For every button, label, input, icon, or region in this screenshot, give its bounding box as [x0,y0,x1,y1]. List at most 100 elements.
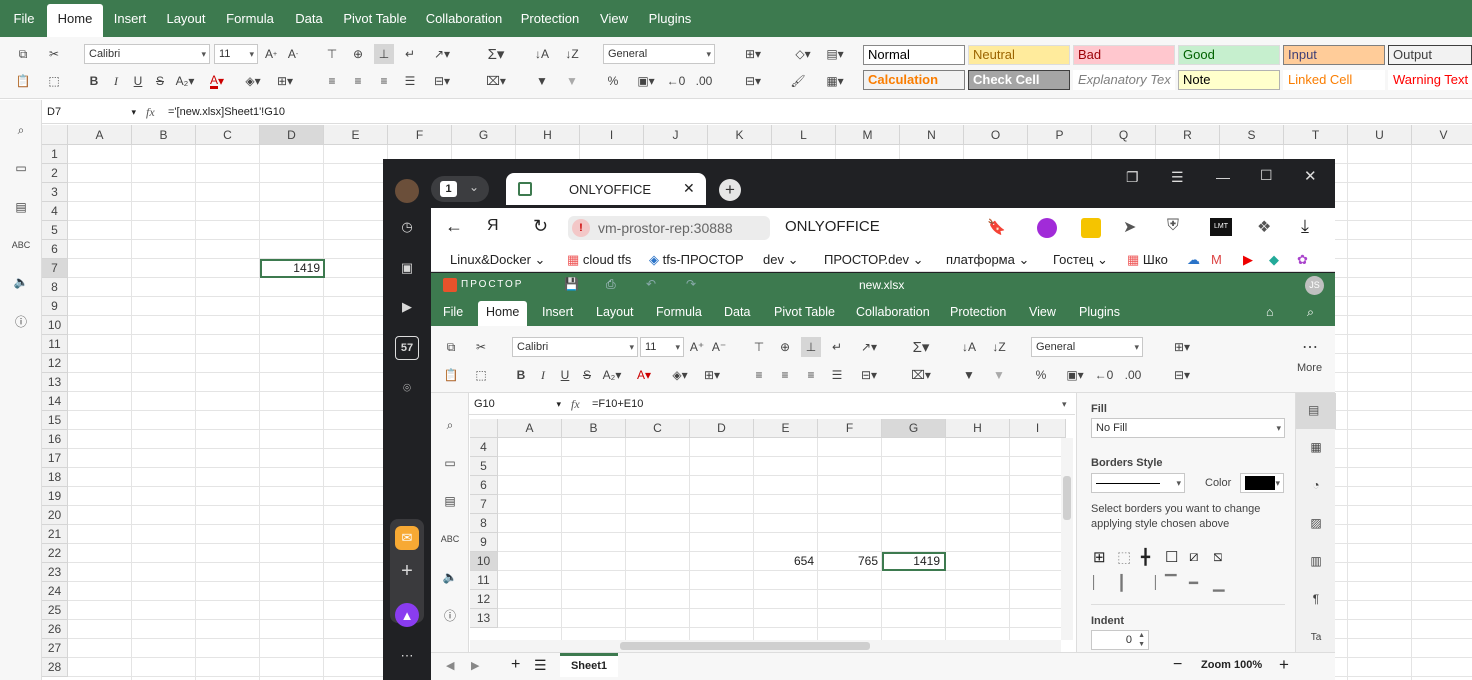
bottom-border-icon[interactable]: ▁ [1213,574,1225,592]
more-icon[interactable]: ⋯ [1300,337,1320,357]
align-bottom-icon[interactable]: ⊥ [374,44,394,64]
style-output[interactable]: Output [1388,45,1472,65]
warning-icon[interactable]: ! [572,219,590,237]
inner-accounting-icon[interactable]: ▣▾ [1061,365,1089,385]
inner-align-center-icon[interactable]: ≡ [775,365,795,385]
menu-view[interactable]: View [592,0,636,37]
inner-row-header-4[interactable]: 4 [470,438,498,457]
no-borders-icon[interactable]: ⬚ [1117,548,1131,566]
insert-cells-icon[interactable]: ⊞▾ [738,44,768,64]
border-style-select[interactable]: ▾ [1091,473,1185,493]
inner-menu-layout[interactable]: Layout [596,298,634,326]
font-name-combo[interactable]: Calibri ▾ [84,44,210,64]
inner-align-left-icon[interactable]: ≡ [749,365,769,385]
column-header-S[interactable]: S [1220,125,1284,145]
inner-column-header-F[interactable]: F [818,419,882,438]
inner-align-bottom-icon[interactable]: ⊥ [801,337,821,357]
inner-rail-spellcheck-icon[interactable]: ABC [440,529,460,549]
column-header-K[interactable]: K [708,125,772,145]
redo-icon[interactable]: ↷ [686,277,696,291]
inner-align-middle-icon[interactable]: ⊕ [775,337,795,357]
row-header-18[interactable]: 18 [42,468,68,487]
bookmark-linux-docker[interactable]: Linux&Docker ⌄ [450,248,545,272]
menu-file[interactable]: File [6,0,42,37]
row-header-9[interactable]: 9 [42,297,68,316]
inner-row-header-6[interactable]: 6 [470,476,498,495]
top-border-icon[interactable]: ▔ [1165,574,1177,592]
strikethrough-icon[interactable]: S [150,71,170,91]
outer-borders-icon[interactable]: ☐ [1165,548,1178,566]
decrease-decimal-icon[interactable]: ←0 [666,71,686,91]
all-borders-icon[interactable]: ⊞ [1093,548,1106,566]
bookmark-gmail-icon[interactable]: M [1211,248,1222,272]
menu-insert[interactable]: Insert [108,0,152,37]
name-box[interactable]: D7 ▾ [44,102,140,122]
bookmark-youtube-icon[interactable]: ▶ [1243,248,1253,272]
text-art-icon[interactable]: Ta [1306,627,1326,647]
inner-menu-home[interactable]: Home [478,301,528,326]
column-header-R[interactable]: R [1156,125,1220,145]
inner-column-header-H[interactable]: H [946,419,1010,438]
paragraph-settings-icon[interactable]: ¶ [1306,589,1326,609]
column-header-L[interactable]: L [772,125,836,145]
undo-icon[interactable]: ↶ [646,277,656,291]
style-calculation[interactable]: Calculation [863,70,965,90]
inner-menu-insert[interactable]: Insert [542,298,573,326]
clear-filter-icon[interactable]: ▼ [562,71,582,91]
inner-rail-speaker-icon[interactable]: 🔈 [440,567,460,587]
column-header-C[interactable]: C [196,125,260,145]
inner-bold-icon[interactable]: B [511,365,531,385]
underline-icon[interactable]: U [128,71,148,91]
column-header-N[interactable]: N [900,125,964,145]
column-header-F[interactable]: F [388,125,452,145]
new-tab-button[interactable]: + [719,179,741,201]
inner-decrease-font-icon[interactable]: A⁻ [709,337,729,357]
inner-row-header-7[interactable]: 7 [470,495,498,514]
inner-decrease-decimal-icon[interactable]: ←0 [1094,365,1114,385]
profile-avatar[interactable] [395,179,419,203]
inner-increase-font-icon[interactable]: A⁺ [687,337,707,357]
menu-pivot-table[interactable]: Pivot Table [338,0,412,37]
add-sheet-icon[interactable]: + [511,656,520,674]
extension-circle-icon[interactable] [1037,218,1057,238]
clear-icon[interactable]: ◇▾ [788,44,818,64]
sheet-tab-sheet1[interactable]: Sheet1 [560,653,618,677]
tab-close-icon[interactable]: ✕ [683,180,695,197]
inner-function-icon[interactable]: fx [571,394,580,414]
zoom-out-icon[interactable]: − [1173,656,1182,674]
sort-desc-icon[interactable]: ↓Z [562,44,582,64]
row-header-10[interactable]: 10 [42,316,68,335]
inner-font-size-combo[interactable]: 11 ▾ [640,337,684,357]
notes-badge[interactable]: 57 [395,336,419,360]
column-header-M[interactable]: M [836,125,900,145]
table-settings-icon[interactable]: ▦ [1306,437,1326,457]
inner-fill-color-icon[interactable]: ◈▾ [665,365,695,385]
conditional-format-icon[interactable]: ▤▾ [820,44,850,64]
row-header-27[interactable]: 27 [42,639,68,658]
print-icon[interactable]: ⎙ [606,277,616,292]
row-header-28[interactable]: 28 [42,658,68,677]
cell-d7[interactable]: 1419 [260,259,325,278]
inner-menu-pivot-table[interactable]: Pivot Table [774,298,835,326]
reload-icon[interactable]: ↻ [533,216,548,237]
style-normal[interactable]: Normal [863,45,965,65]
row-header-22[interactable]: 22 [42,544,68,563]
copy-style-icon[interactable]: 🖌 [788,71,808,91]
yandex-icon[interactable]: Я [487,217,499,235]
inner-column-header-D[interactable]: D [690,419,754,438]
number-format-combo[interactable]: General ▾ [603,44,715,64]
tab-group-button[interactable]: 1 ⌄ [431,176,489,202]
browser-tab-active[interactable]: ONLYOFFICE ✕ [506,173,706,205]
first-sheet-icon[interactable]: ◀ [446,659,454,672]
inner-orientation-icon[interactable]: ↗▾ [855,337,883,357]
bookmark-icon[interactable]: 🔖 [987,218,1006,236]
column-header-H[interactable]: H [516,125,580,145]
borders-icon[interactable]: ⊞▾ [272,71,298,91]
row-header-8[interactable]: 8 [42,278,68,297]
vertical-scrollbar[interactable] [1061,438,1073,640]
percent-icon[interactable]: % [603,71,623,91]
fill-color-icon[interactable]: ◈▾ [238,71,268,91]
inner-borders-set-icon[interactable]: ╋ [1141,548,1150,566]
style-linked-cell[interactable]: Linked Cell [1283,70,1385,90]
inner-name-box[interactable]: G10 ▾ [471,394,565,414]
